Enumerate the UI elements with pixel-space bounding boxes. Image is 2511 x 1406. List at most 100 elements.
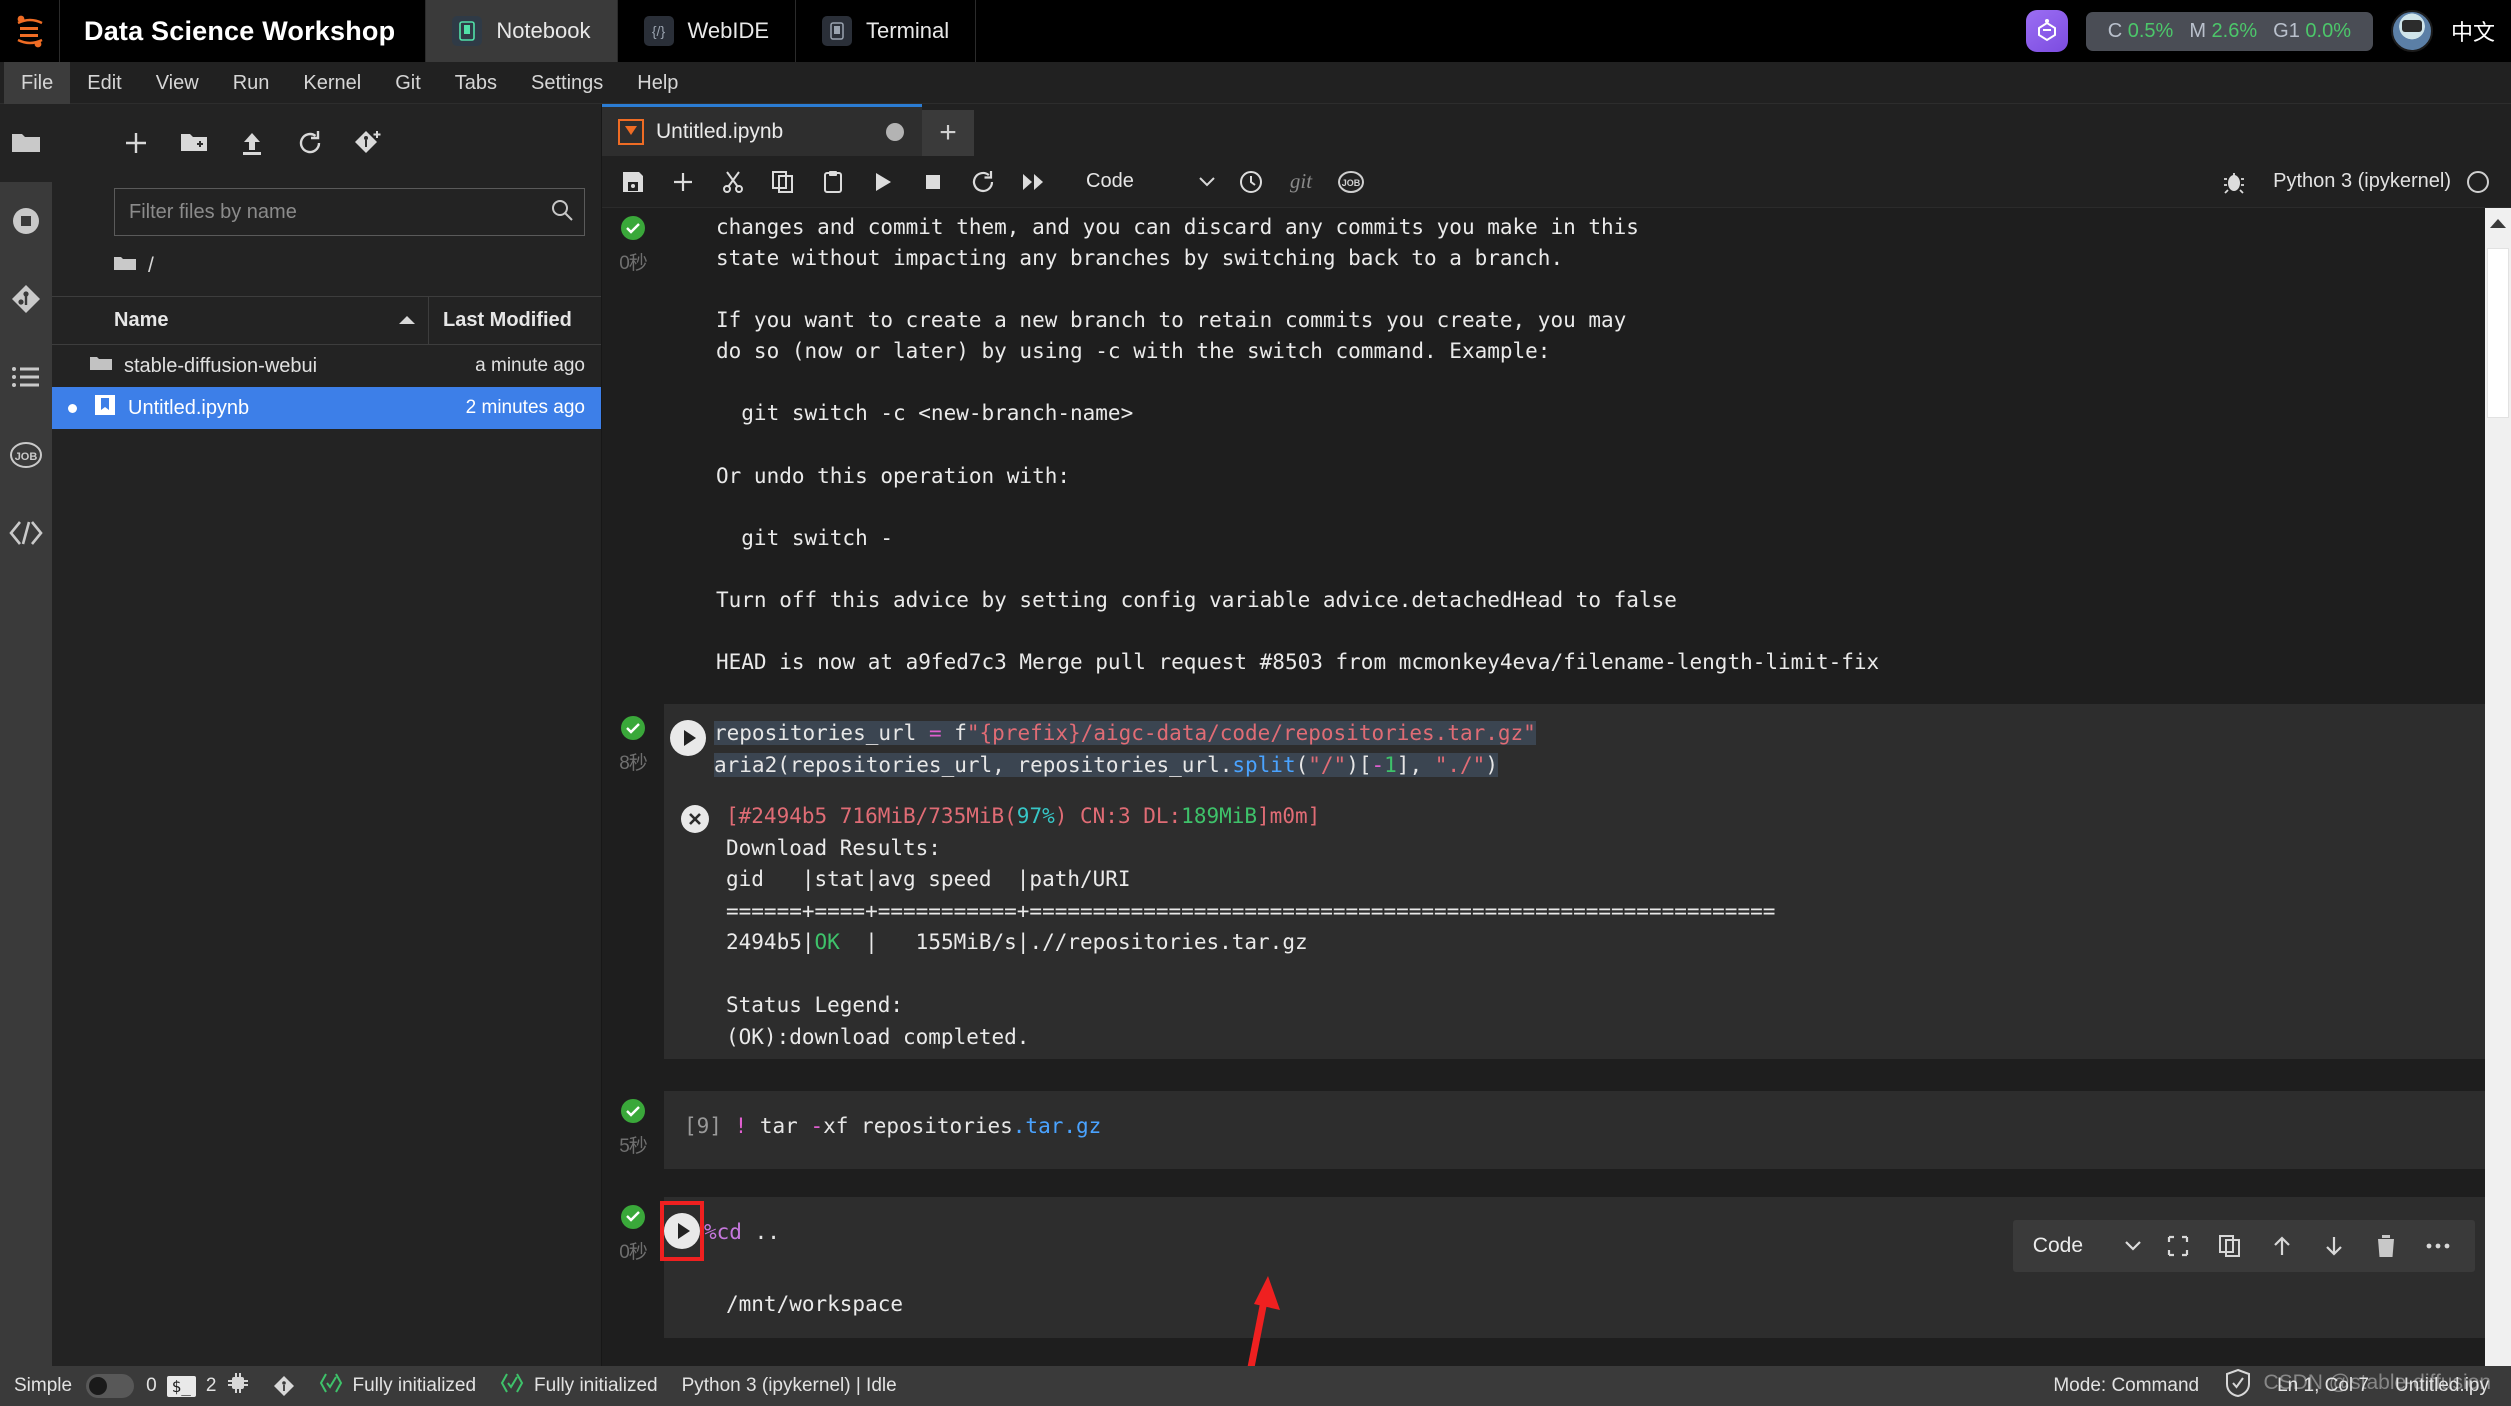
bug-icon[interactable]: [2211, 160, 2257, 204]
breadcrumb[interactable]: /: [52, 236, 601, 296]
sidebar-item-running-sessions[interactable]: [0, 182, 52, 260]
menu-settings[interactable]: Settings: [514, 62, 620, 104]
move-cell-down-button[interactable]: [2311, 1223, 2357, 1269]
sidebar-item-table-of-contents[interactable]: [0, 338, 52, 416]
shield-check-icon[interactable]: [2225, 1368, 2251, 1403]
execution-history-button[interactable]: [1228, 160, 1274, 204]
scrollbar-thumb[interactable]: [2487, 248, 2509, 418]
cell-gutter: 0秒: [602, 1187, 664, 1339]
kernel-status[interactable]: Python 3 (ipykernel) | Idle: [670, 1375, 909, 1397]
menu-view[interactable]: View: [139, 62, 216, 104]
stream-output: changes and commit them, and you can dis…: [664, 208, 2485, 683]
status-bar: Simple 0 $_ 2 Fully initialized Fully in…: [0, 1366, 2511, 1406]
code-check-icon: [500, 1372, 524, 1400]
folder-icon: [90, 355, 112, 378]
avatar[interactable]: [2390, 10, 2433, 52]
paste-cells-button[interactable]: [810, 160, 856, 204]
upload-files-button[interactable]: [230, 121, 274, 165]
active-file-label[interactable]: Untitled.ipy: [2395, 1375, 2489, 1397]
lsp-status-2[interactable]: Fully initialized: [488, 1372, 670, 1400]
notebook-scrollbar[interactable]: [2485, 208, 2511, 1366]
new-tab-button[interactable]: +: [922, 110, 974, 156]
sidebar-item-extensions[interactable]: [0, 494, 52, 572]
cursor-position[interactable]: Ln 1, Col 7: [2277, 1375, 2369, 1397]
collapse-outputs-button[interactable]: [2155, 1223, 2201, 1269]
notebook-toolbar: Code git JOB Python 3 (ipykernel): [602, 156, 2511, 208]
list-item[interactable]: stable-diffusion-webui a minute ago: [52, 345, 601, 387]
notebook-cell[interactable]: 8秒 repositories_url = f"{prefix}/aigc-da…: [602, 694, 2485, 1060]
kernel-status-indicator[interactable]: [2467, 170, 2489, 193]
run-cell-button[interactable]: [670, 720, 706, 757]
menu-run[interactable]: Run: [216, 62, 287, 104]
cell-type-select[interactable]: Code: [2027, 1234, 2149, 1258]
kernel-name[interactable]: Python 3 (ipykernel): [2273, 170, 2451, 193]
delete-cell-button[interactable]: [2363, 1223, 2409, 1269]
column-header-last-modified[interactable]: Last Modified: [429, 297, 601, 344]
git-button[interactable]: git: [1278, 160, 1324, 204]
code-source[interactable]: [9] ! tar -xf repositories.tar.gz: [664, 1107, 2485, 1143]
notebook-scroll[interactable]: 0秒 changes and commit them, and you can …: [602, 208, 2485, 1366]
cut-cells-button[interactable]: [710, 160, 756, 204]
restart-and-run-all-button[interactable]: [1010, 160, 1056, 204]
sidebar-item-jobs[interactable]: JOB: [0, 416, 52, 494]
run-cell-button[interactable]: [660, 1200, 704, 1261]
top-tab-webide[interactable]: {/} WebIDE: [618, 0, 797, 62]
workspace-logo-icon[interactable]: [2025, 10, 2068, 52]
unsaved-dot-icon: [68, 403, 77, 413]
new-folder-button[interactable]: [172, 121, 216, 165]
language-switch[interactable]: 中文: [2451, 15, 2501, 47]
jupyter-logo-icon: [0, 0, 60, 62]
file-filter-box[interactable]: [114, 188, 585, 236]
column-header-name[interactable]: Name: [52, 297, 429, 344]
notebook-cell[interactable]: 5秒 [9] ! tar -xf repositories.tar.gz: [602, 1081, 2485, 1169]
code-editor[interactable]: [9] ! tar -xf repositories.tar.gz: [664, 1091, 2485, 1169]
search-input[interactable]: [129, 200, 550, 224]
terminal-count-value: 0: [146, 1375, 157, 1396]
output-status-gutter: [664, 801, 726, 1053]
job-button[interactable]: JOB: [1328, 160, 1374, 204]
new-launcher-button[interactable]: [114, 121, 158, 165]
list-item[interactable]: Untitled.ipynb 2 minutes ago: [52, 387, 601, 429]
menu-git[interactable]: Git: [378, 62, 438, 104]
cell-gutter: 8秒: [602, 694, 664, 1059]
terminal-count[interactable]: 0 $_ 2: [134, 1372, 260, 1400]
cell-status-ok-icon: [621, 716, 645, 741]
notebook-cell[interactable]: 0秒 changes and commit them, and you can …: [602, 208, 2485, 683]
top-tab-terminal[interactable]: Terminal: [796, 0, 977, 62]
code-source[interactable]: repositories_url = f"{prefix}/aigc-data/…: [714, 714, 2485, 781]
cell-status-ok-icon: [621, 1204, 645, 1229]
scroll-up-icon[interactable]: [2489, 216, 2507, 234]
save-button[interactable]: [610, 160, 656, 204]
refresh-button[interactable]: [288, 121, 332, 165]
restart-kernel-button[interactable]: [960, 160, 1006, 204]
menu-tabs[interactable]: Tabs: [438, 62, 514, 104]
run-cell-button[interactable]: [860, 160, 906, 204]
stat-value: 0.0%: [2305, 19, 2351, 42]
cell-type-select[interactable]: Code: [1074, 162, 1224, 202]
menu-edit[interactable]: Edit: [70, 62, 138, 104]
copy-cells-button[interactable]: [760, 160, 806, 204]
top-tab-notebook[interactable]: Notebook: [426, 0, 618, 62]
git-status-button[interactable]: [261, 1375, 307, 1397]
code-editor[interactable]: repositories_url = f"{prefix}/aigc-data/…: [664, 704, 2485, 792]
interrupt-kernel-button[interactable]: [910, 160, 956, 204]
more-options-button[interactable]: [2415, 1223, 2461, 1269]
cell-output: [#2494b5 716MiB/735MiB(97%) CN:3 DL:189M…: [664, 791, 2485, 1060]
lsp-status-1[interactable]: Fully initialized: [307, 1372, 489, 1400]
menu-help[interactable]: Help: [620, 62, 695, 104]
duplicate-cell-button[interactable]: [2207, 1223, 2253, 1269]
editor-mode[interactable]: Mode: Command: [2053, 1375, 2199, 1397]
execution-prompt: [9]: [684, 1114, 722, 1139]
sidebar-item-git[interactable]: [0, 260, 52, 338]
file-modified: a minute ago: [475, 355, 585, 376]
unsaved-dot-icon[interactable]: [886, 122, 904, 141]
insert-cell-button[interactable]: [660, 160, 706, 204]
simple-mode-toggle[interactable]: [86, 1374, 135, 1398]
git-clone-button[interactable]: [346, 121, 390, 165]
menu-kernel[interactable]: Kernel: [286, 62, 378, 104]
sidebar-item-file-browser[interactable]: [0, 104, 52, 182]
move-cell-up-button[interactable]: [2259, 1223, 2305, 1269]
stat-value: 0.5%: [2127, 19, 2174, 42]
tab-untitled-ipynb[interactable]: Untitled.ipynb: [602, 104, 922, 156]
menu-file[interactable]: File: [4, 61, 71, 104]
